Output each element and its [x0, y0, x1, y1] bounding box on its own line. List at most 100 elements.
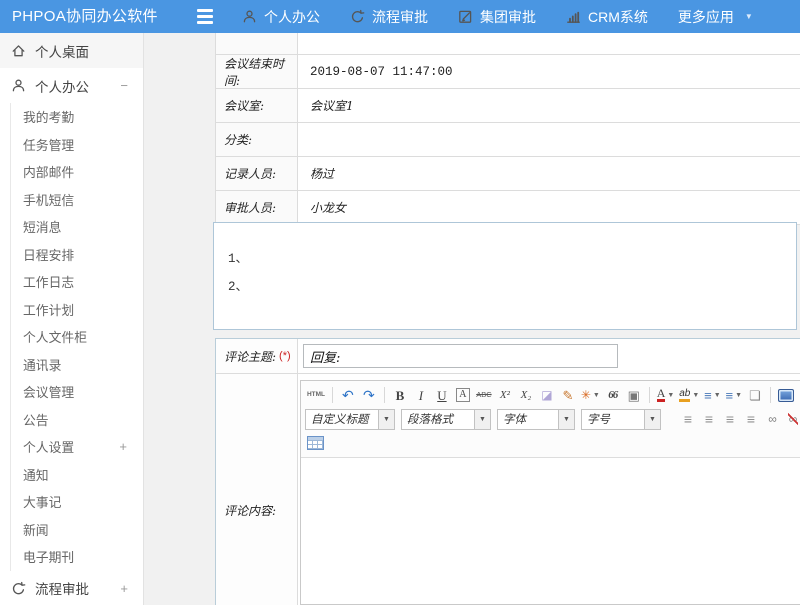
paste-text-button[interactable]: ▣	[624, 385, 644, 405]
remove-link-icon: ∞	[789, 413, 798, 425]
italic-button[interactable]: I	[411, 385, 431, 405]
undo-icon: ↶	[342, 388, 354, 402]
comment-content-label: 评论内容:	[224, 502, 276, 519]
sidebar-item-notice[interactable]: 通知	[11, 461, 143, 489]
ordered-list-button[interactable]: ≡▼	[702, 385, 722, 405]
paragraph-format-select[interactable]: 段落格式▼	[401, 409, 491, 430]
form-value-cell: 小龙女	[298, 191, 800, 224]
ordered-list-icon: ≡	[704, 389, 712, 402]
sidebar-item-personal-settings[interactable]: 个人设置+	[11, 433, 143, 461]
align-right-button[interactable]: ≡	[720, 409, 740, 429]
sidebar-item-schedule[interactable]: 日程安排	[11, 241, 143, 269]
insert-link-button[interactable]: ∞	[762, 409, 782, 429]
sidebar-item-internal-mail[interactable]: 内部邮件	[11, 158, 143, 186]
comment-subject-row: 评论主题: (*)	[216, 339, 800, 374]
justify-button[interactable]: ≡	[741, 409, 761, 429]
comment-content-value-cell: HTML↶↷BIUAABCX²X₂◪✎✳▼66▣A▼ab▼≡▼≡▼❏ 自定义标题…	[298, 374, 800, 605]
notes-line: 1、	[214, 245, 796, 273]
nav-crm-system[interactable]: CRM系统	[566, 7, 648, 27]
quick-format-button[interactable]: ✳▼	[579, 385, 602, 405]
chevron-down-icon: ▼	[745, 12, 753, 21]
font-box-button[interactable]: A	[453, 385, 473, 405]
redo-button[interactable]: ↷	[359, 385, 379, 405]
sidebar-item-announcement[interactable]: 公告	[11, 406, 143, 434]
form-value-cell: 2019-08-07 11:47:00	[298, 55, 800, 88]
font-color-button[interactable]: A▼	[655, 385, 676, 405]
nav-personal-office[interactable]: 个人办公	[242, 7, 320, 27]
format-painter-button[interactable]: ✎	[558, 385, 578, 405]
highlight-color-icon: ab	[679, 388, 690, 402]
sidebar-item-work-plan[interactable]: 工作计划	[11, 296, 143, 324]
nav-crm-system-label: CRM系统	[588, 7, 648, 27]
unordered-list-button[interactable]: ≡▼	[724, 385, 744, 405]
form-row-category: 分类:	[216, 123, 800, 157]
nav-more-apps[interactable]: 更多应用▼	[678, 7, 753, 27]
subscript-icon: X₂	[521, 390, 532, 401]
sidebar-item-task-management[interactable]: 任务管理	[11, 131, 143, 159]
sidebar-item-work-log[interactable]: 工作日志	[11, 268, 143, 296]
font-box-icon: A	[456, 388, 469, 402]
nav-personal-office-label: 个人办公	[264, 7, 320, 27]
sidebar-item-mobile-sms[interactable]: 手机短信	[11, 186, 143, 214]
toggle-expand-icon[interactable]: +	[120, 581, 128, 596]
strikethrough-button[interactable]: ABC	[474, 385, 494, 405]
insert-table-button[interactable]	[305, 433, 326, 453]
sidebar-item-news[interactable]: 新闻	[11, 516, 143, 544]
fullscreen-icon	[778, 389, 794, 402]
bold-button[interactable]: B	[390, 385, 410, 405]
align-left-button[interactable]: ≡	[678, 409, 698, 429]
editor-content-area[interactable]	[301, 458, 800, 604]
toggle-expand-icon[interactable]: +	[119, 439, 127, 454]
meeting-notes-box: 1、2、	[213, 222, 797, 330]
chevron-down-icon: ▼	[735, 392, 742, 399]
sidebar-item-label: 电子期刊	[23, 547, 74, 566]
person-icon	[242, 9, 257, 24]
blockquote-button[interactable]: 66	[603, 385, 623, 405]
form-value: 2019-08-07 11:47:00	[310, 65, 453, 79]
superscript-button[interactable]: X²	[495, 385, 515, 405]
format-painter-icon: ✎	[562, 389, 573, 402]
underline-icon: U	[437, 389, 446, 402]
nav-group-approval[interactable]: 集团审批	[458, 7, 536, 27]
toggle-collapse-icon[interactable]: −	[120, 78, 128, 93]
comment-subject-label-cell: 评论主题: (*)	[216, 339, 298, 373]
comment-subject-input[interactable]	[303, 344, 618, 368]
comment-subject-value-cell	[298, 339, 800, 373]
sidebar-item-workflow-approval[interactable]: 流程审批+	[0, 571, 143, 605]
chevron-down-icon: ▼	[474, 410, 490, 429]
heading-select[interactable]: 自定义标题▼	[305, 409, 395, 430]
comment-content-label-cell: 评论内容:	[216, 374, 298, 605]
sidebar-item-major-events[interactable]: 大事记	[11, 488, 143, 516]
sidebar: 个人桌面个人办公−我的考勤任务管理内部邮件手机短信短消息日程安排工作日志工作计划…	[0, 33, 144, 605]
menu-toggle-button[interactable]	[197, 9, 215, 24]
align-center-button[interactable]: ≡	[699, 409, 719, 429]
sidebar-submenu: 我的考勤任务管理内部邮件手机短信短消息日程安排工作日志工作计划个人文件柜通讯录会…	[10, 103, 143, 571]
underline-button[interactable]: U	[432, 385, 452, 405]
sidebar-item-personal-files[interactable]: 个人文件柜	[11, 323, 143, 351]
form-label: 会议室:	[224, 97, 264, 114]
highlight-color-button[interactable]: ab▼	[677, 385, 701, 405]
form-label: 分类:	[224, 131, 252, 148]
sidebar-item-short-message[interactable]: 短消息	[11, 213, 143, 241]
undo-button[interactable]: ↶	[338, 385, 358, 405]
remove-format-button[interactable]: ◪	[537, 385, 557, 405]
app-logo: PHPOA协同办公软件	[12, 0, 158, 33]
sidebar-item-personal-desktop[interactable]: 个人桌面	[0, 33, 143, 68]
new-document-icon: ❏	[749, 389, 761, 402]
font-size-select[interactable]: 字号▼	[581, 409, 661, 430]
sidebar-item-personal-office[interactable]: 个人办公−	[0, 68, 143, 103]
font-family-select[interactable]: 字体▼	[497, 409, 575, 430]
view-source-button[interactable]: HTML	[305, 385, 327, 405]
sidebar-item-contacts[interactable]: 通讯录	[11, 351, 143, 379]
sidebar-item-meeting-management[interactable]: 会议管理	[11, 378, 143, 406]
fullscreen-button[interactable]	[776, 385, 796, 405]
font-family-select-value: 字体	[498, 410, 558, 429]
sidebar-item-my-attendance[interactable]: 我的考勤	[11, 103, 143, 131]
nav-workflow-approval[interactable]: 流程审批	[350, 7, 428, 27]
subscript-button[interactable]: X₂	[516, 385, 536, 405]
sidebar-item-e-journal[interactable]: 电子期刊	[11, 543, 143, 571]
comment-section: 评论主题: (*) 评论内容: HTML ↶ ↷ BIUA ABCX² X₂ ◪ ✎ ✳▼66▣…	[215, 338, 800, 605]
remove-link-button[interactable]: ∞	[783, 409, 800, 429]
notes-line: 2、	[214, 273, 796, 301]
new-document-button[interactable]: ❏	[745, 385, 765, 405]
